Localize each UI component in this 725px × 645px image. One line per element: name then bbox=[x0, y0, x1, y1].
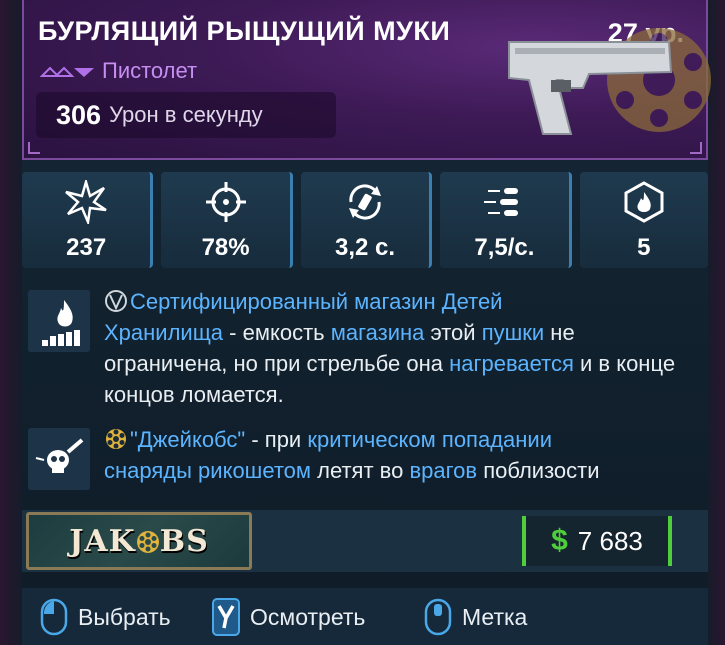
manufacturer-name-left: JAK bbox=[69, 523, 136, 559]
stat-accuracy-value: 78% bbox=[201, 234, 250, 261]
dps-label: Урон в секунду bbox=[109, 102, 263, 127]
inspect-action[interactable]: Осмотреть bbox=[212, 598, 365, 636]
perk-text: - при bbox=[245, 427, 308, 452]
stat-fire-rate: 7,5/с. bbox=[440, 172, 572, 268]
item-title: БУРЛЯЩИЙ РЫЩУЩИЙ МУКИ bbox=[38, 16, 451, 46]
perk-jakobs-name: "Джейкобс" bbox=[130, 427, 246, 452]
price-tag: $ 7 683 bbox=[522, 516, 672, 566]
perk-magazine-text: Сертифицированный магазин Детей Хранилищ… bbox=[104, 286, 704, 410]
manufacturer-name-right: BS bbox=[159, 523, 209, 559]
perk-magazine-name: Сертифицированный магазин Детей bbox=[130, 289, 503, 314]
reload-time-icon bbox=[349, 184, 382, 220]
dps-value: 306 bbox=[56, 99, 102, 130]
manufacturer-name: JAK BS bbox=[69, 524, 209, 559]
mouse-left-icon bbox=[40, 598, 68, 636]
inspect-label: Осмотреть bbox=[250, 603, 366, 630]
perk-keyword: снаряды рикошетом bbox=[104, 458, 312, 483]
perk-jakobs-text: "Джейкобс" - при критическом попадании с… bbox=[104, 424, 704, 486]
damage-burst-icon bbox=[65, 180, 107, 224]
jakobs-gear-icon bbox=[136, 530, 159, 553]
stats-row: 237 78% 3,2 с. 7,5/с. 5 bbox=[22, 172, 709, 268]
perk-text: летят во bbox=[311, 458, 410, 483]
currency-dollar-icon: $ bbox=[551, 524, 568, 557]
mark-action[interactable]: Метка bbox=[424, 598, 527, 636]
stat-elemental-value: 5 bbox=[637, 234, 651, 261]
stat-accuracy: 78% bbox=[161, 172, 293, 268]
perk-keyword: врагов bbox=[409, 458, 478, 483]
stat-damage-value: 237 bbox=[66, 234, 107, 261]
price-value: 7 683 bbox=[577, 525, 643, 556]
jakobs-gear-icon bbox=[106, 429, 126, 449]
item-card: БУРЛЯЩИЙ РЫЩУЩИЙ МУКИ 27 ур. Пистолет 30… bbox=[0, 0, 725, 645]
stat-damage: 237 bbox=[22, 172, 154, 268]
left-edge-decoration bbox=[0, 0, 22, 645]
rarity-row: Пистолет bbox=[40, 58, 197, 84]
mark-label: Метка bbox=[462, 603, 528, 630]
pistol-weapon-icon bbox=[508, 28, 711, 135]
elemental-fire-icon bbox=[624, 181, 664, 223]
select-action[interactable]: Выбрать bbox=[40, 598, 171, 636]
stat-fire-rate-value: 7,5/с. bbox=[474, 234, 535, 261]
perk-keyword: магазина bbox=[330, 320, 425, 345]
accuracy-crosshair-icon bbox=[205, 182, 246, 222]
item-header: БУРЛЯЩИЙ РЫЩУЩИЙ МУКИ 27 ур. Пистолет 30… bbox=[22, 0, 711, 160]
perk-magazine: Сертифицированный магазин Детей Хранилищ… bbox=[22, 286, 708, 416]
perk-jakobs: "Джейкобс" - при критическом попадании с… bbox=[22, 424, 708, 494]
corner-decoration bbox=[28, 142, 40, 154]
maker-price-bar: JAK BS $ 7 683 bbox=[22, 510, 708, 572]
fire-rate-bullets-icon bbox=[484, 188, 519, 216]
perk-magazine-name-2: Хранилища bbox=[104, 320, 224, 345]
stat-reload-value: 3,2 с. bbox=[334, 234, 396, 261]
perk-text: этой bbox=[424, 320, 482, 345]
stat-elemental: 5 bbox=[579, 172, 709, 268]
stat-reload: 3,2 с. bbox=[300, 172, 433, 268]
manufacturer-logo: JAK BS bbox=[26, 512, 252, 570]
select-label: Выбрать bbox=[78, 603, 171, 630]
perk-keyword: критическом попадании bbox=[307, 427, 552, 452]
heat-fire-icon bbox=[28, 290, 90, 352]
children-of-vault-icon bbox=[105, 290, 127, 312]
action-bar: Выбрать Осмотреть Метка bbox=[22, 588, 708, 645]
dps-panel: 306 Урон в секунду bbox=[36, 92, 336, 138]
weapon-type: Пистолет bbox=[102, 58, 198, 83]
y-key-icon bbox=[212, 598, 240, 636]
perk-keyword: нагревается bbox=[449, 351, 574, 376]
rarity-epic-icon bbox=[40, 66, 94, 77]
perk-text: - емкость bbox=[223, 320, 331, 345]
perk-keyword: пушки bbox=[481, 320, 545, 345]
jakobs-skull-icon bbox=[28, 428, 90, 490]
mouse-middle-icon bbox=[424, 598, 452, 636]
corner-decoration bbox=[690, 142, 702, 154]
perk-text: поблизости bbox=[477, 458, 600, 483]
